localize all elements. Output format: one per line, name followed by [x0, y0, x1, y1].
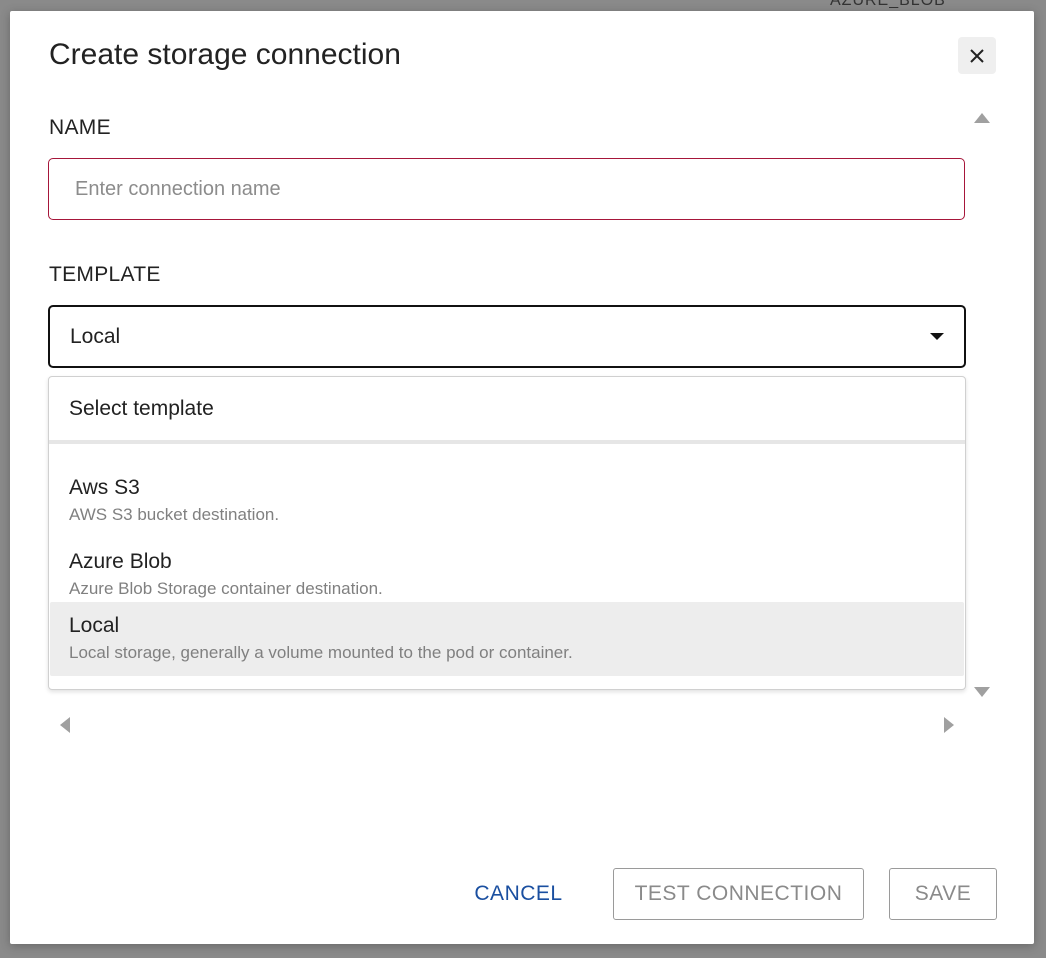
template-option-azure-blob[interactable]: Azure Blob Azure Blob Storage container …	[50, 538, 964, 612]
option-description: Azure Blob Storage container destination…	[69, 579, 383, 598]
test-connection-button[interactable]: TEST CONNECTION	[613, 868, 864, 920]
dropdown-header[interactable]: Select template	[49, 377, 965, 444]
template-option-aws-s3[interactable]: Aws S3 AWS S3 bucket destination.	[50, 464, 964, 538]
create-storage-connection-dialog: Create storage connection NAME TEMPLATE …	[10, 11, 1034, 944]
close-button[interactable]	[958, 37, 996, 74]
option-title: Local	[69, 614, 120, 637]
save-button[interactable]: SAVE	[889, 868, 997, 920]
option-title: Azure Blob	[69, 550, 172, 573]
template-selected-value: Local	[70, 324, 121, 348]
connection-name-input[interactable]	[48, 158, 965, 220]
close-icon	[970, 48, 984, 63]
background-partial-text: AZURE_BLOB	[830, 0, 946, 9]
template-option-local[interactable]: Local Local storage, generally a volume …	[50, 602, 964, 676]
scroll-right-icon[interactable]	[944, 717, 954, 733]
template-dropdown-menu: Select template Aws S3 AWS S3 bucket des…	[48, 376, 966, 690]
option-description: Local storage, generally a volume mounte…	[69, 643, 573, 662]
dialog-title: Create storage connection	[49, 38, 401, 71]
scroll-down-icon[interactable]	[974, 687, 990, 697]
scroll-left-icon[interactable]	[60, 717, 70, 733]
name-label: NAME	[49, 116, 111, 139]
template-label: TEMPLATE	[49, 263, 161, 286]
cancel-button[interactable]: CANCEL	[456, 868, 581, 920]
scroll-up-icon[interactable]	[974, 113, 990, 123]
caret-down-icon	[930, 332, 944, 340]
template-select[interactable]: Local	[48, 305, 966, 368]
option-title: Aws S3	[69, 476, 140, 499]
option-description: AWS S3 bucket destination.	[69, 505, 280, 524]
